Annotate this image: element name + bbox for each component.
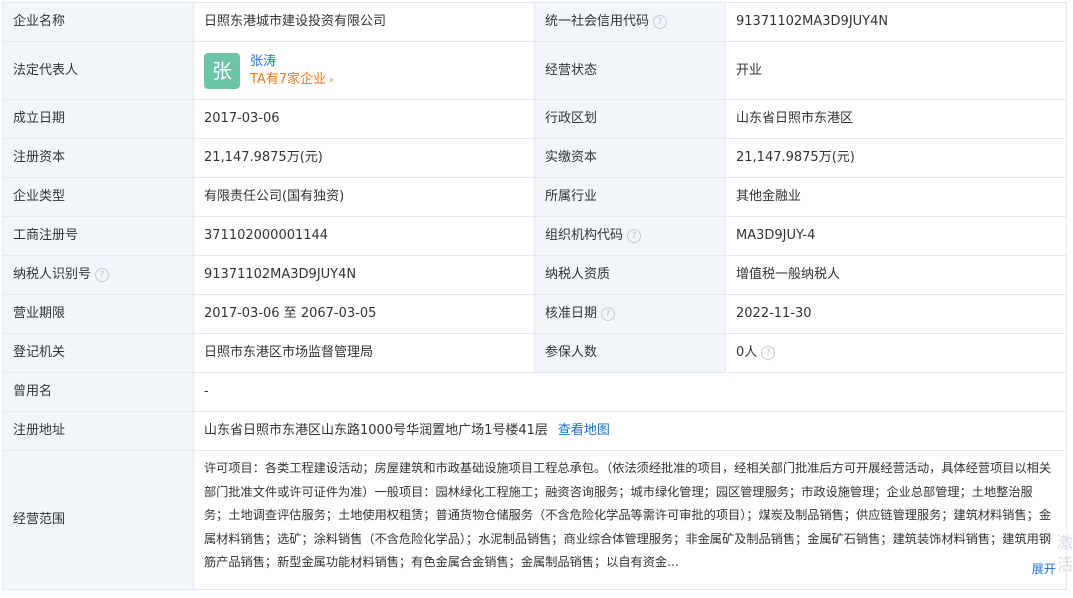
value-insured-count: 0人? xyxy=(725,333,1067,373)
row-company-type: 企业类型 有限责任公司(国有独资) 所属行业 其他金融业 xyxy=(2,177,1067,217)
label-business-status: 经营状态 xyxy=(534,41,726,100)
business-scope-text: 许可项目：各类工程建设活动；房屋建筑和市政基础设施项目工程总承包。（依法须经批准… xyxy=(204,461,1052,569)
label-business-scope: 经营范围 xyxy=(2,450,194,590)
label-registered-capital: 注册资本 xyxy=(2,138,194,178)
help-icon[interactable]: ? xyxy=(653,15,668,29)
label-credit-code-text: 统一社会信用代码 xyxy=(545,14,650,29)
row-capital: 注册资本 21,147.9875万(元) 实缴资本 21,147.9875万(元… xyxy=(2,138,1067,178)
row-registration-number: 工商注册号 371102000001144 组织机构代码? MA3D9JUY-4 xyxy=(2,216,1067,256)
label-org-code: 组织机构代码? xyxy=(534,216,726,256)
address-text: 山东省日照市东港区山东路1000号华润置地广场1号楼41层 xyxy=(204,423,548,438)
value-legal-rep: 张 张涛 TA有7家企业 › xyxy=(193,41,535,100)
label-taxpayer-id: 纳税人识别号? xyxy=(2,255,194,295)
row-registration-authority: 登记机关 日照市东港区市场监督管理局 参保人数 0人? xyxy=(2,333,1067,373)
legal-rep-text: 张涛 TA有7家企业 › xyxy=(250,53,334,89)
value-approval-date: 2022-11-30 xyxy=(725,294,1067,334)
row-registered-address: 注册地址 山东省日照市东港区山东路1000号华润置地广场1号楼41层 查看地图 xyxy=(2,411,1067,451)
label-taxpayer-id-text: 纳税人识别号 xyxy=(13,267,92,282)
label-industry: 所属行业 xyxy=(534,177,726,217)
row-former-name: 曾用名 - xyxy=(2,372,1067,412)
avatar[interactable]: 张 xyxy=(204,52,240,89)
value-registered-address: 山东省日照市东港区山东路1000号华润置地广场1号楼41层 查看地图 xyxy=(193,411,1067,451)
chevron-right-icon: › xyxy=(329,72,334,86)
expand-button[interactable]: 展开 xyxy=(999,557,1056,581)
legal-rep-companies-link[interactable]: TA有7家企业 › xyxy=(250,71,334,89)
label-insured-count: 参保人数 xyxy=(534,333,726,373)
row-legal-rep: 法定代表人 张 张涛 TA有7家企业 › 经营状态 开业 xyxy=(2,41,1067,100)
value-business-term: 2017-03-06 至 2067-03-05 xyxy=(193,294,535,334)
value-business-scope: 许可项目：各类工程建设活动；房屋建筑和市政基础设施项目工程总承包。（依法须经批准… xyxy=(193,450,1067,590)
label-taxpayer-qualification: 纳税人资质 xyxy=(534,255,726,295)
label-established-date: 成立日期 xyxy=(2,99,194,139)
value-company-type: 有限责任公司(国有独资) xyxy=(193,177,535,217)
help-icon[interactable]: ? xyxy=(761,346,776,360)
help-icon[interactable]: ? xyxy=(627,229,642,243)
value-credit-code: 91371102MA3D9JUY4N xyxy=(725,2,1067,42)
legal-rep-block: 张 张涛 TA有7家企业 › xyxy=(204,52,524,89)
row-business-term: 营业期限 2017-03-06 至 2067-03-05 核准日期? 2022-… xyxy=(2,294,1067,334)
activation-watermark: 激活 xyxy=(1056,533,1073,574)
value-taxpayer-id: 91371102MA3D9JUY4N xyxy=(193,255,535,295)
value-company-name: 日照东港城市建设投资有限公司 xyxy=(193,2,535,42)
label-former-name: 曾用名 xyxy=(2,372,194,412)
label-admin-region: 行政区划 xyxy=(534,99,726,139)
label-legal-rep: 法定代表人 xyxy=(2,41,194,100)
company-info-table: 企业名称 日照东港城市建设投资有限公司 统一社会信用代码? 91371102MA… xyxy=(2,2,1067,590)
label-registration-number: 工商注册号 xyxy=(2,216,194,256)
value-registration-authority: 日照市东港区市场监督管理局 xyxy=(193,333,535,373)
value-registered-capital: 21,147.9875万(元) xyxy=(193,138,535,178)
value-former-name: - xyxy=(193,372,1067,412)
row-company-name: 企业名称 日照东港城市建设投资有限公司 统一社会信用代码? 91371102MA… xyxy=(2,2,1067,42)
value-paid-capital: 21,147.9875万(元) xyxy=(725,138,1067,178)
label-company-name: 企业名称 xyxy=(2,2,194,42)
label-registered-address: 注册地址 xyxy=(2,411,194,451)
legal-rep-companies-text: TA有7家企业 xyxy=(250,71,327,87)
value-established-date: 2017-03-06 xyxy=(193,99,535,139)
label-company-type: 企业类型 xyxy=(2,177,194,217)
help-icon[interactable]: ? xyxy=(95,268,110,282)
value-registration-number: 371102000001144 xyxy=(193,216,535,256)
help-icon[interactable]: ? xyxy=(601,307,616,321)
row-established: 成立日期 2017-03-06 行政区划 山东省日照市东港区 xyxy=(2,99,1067,139)
label-business-term: 营业期限 xyxy=(2,294,194,334)
legal-rep-name-link[interactable]: 张涛 xyxy=(250,53,334,71)
value-insured-count-text: 0人 xyxy=(736,345,758,360)
value-business-status: 开业 xyxy=(725,41,1067,100)
label-approval-date-text: 核准日期 xyxy=(545,306,598,321)
row-business-scope: 经营范围 许可项目：各类工程建设活动；房屋建筑和市政基础设施项目工程总承包。（依… xyxy=(2,450,1067,590)
value-taxpayer-qualification: 增值税一般纳税人 xyxy=(725,255,1067,295)
label-paid-capital: 实缴资本 xyxy=(534,138,726,178)
value-admin-region: 山东省日照市东港区 xyxy=(725,99,1067,139)
label-registration-authority: 登记机关 xyxy=(2,333,194,373)
label-credit-code: 统一社会信用代码? xyxy=(534,2,726,42)
row-taxpayer: 纳税人识别号? 91371102MA3D9JUY4N 纳税人资质 增值税一般纳税… xyxy=(2,255,1067,295)
label-org-code-text: 组织机构代码 xyxy=(545,228,624,243)
label-approval-date: 核准日期? xyxy=(534,294,726,334)
value-industry: 其他金融业 xyxy=(725,177,1067,217)
view-map-link[interactable]: 查看地图 xyxy=(558,423,610,438)
value-org-code: MA3D9JUY-4 xyxy=(725,216,1067,256)
